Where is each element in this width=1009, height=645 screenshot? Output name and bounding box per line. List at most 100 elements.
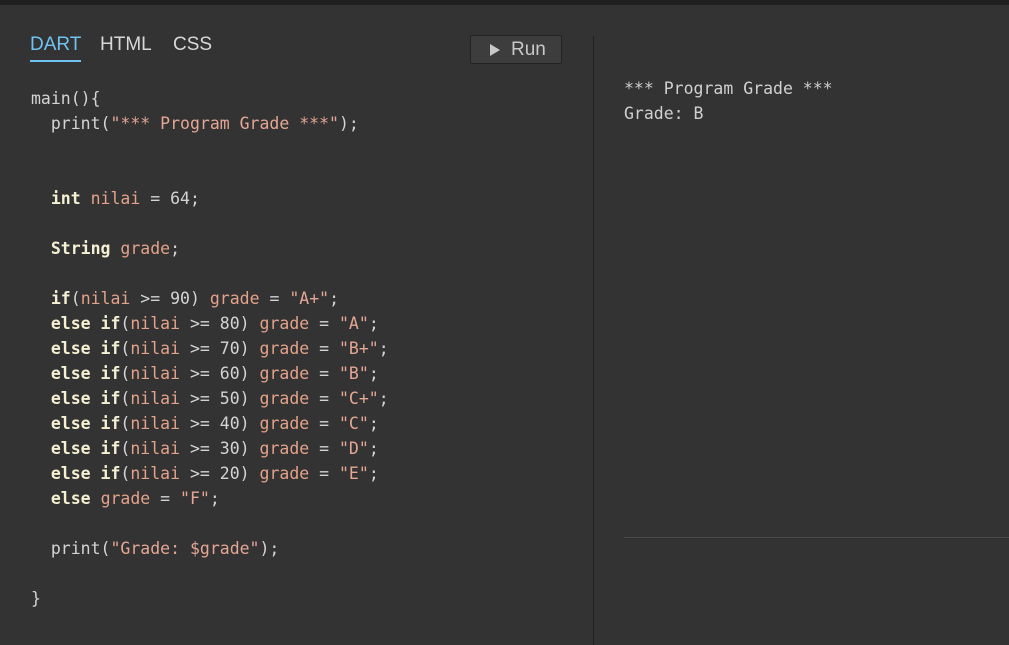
code-line[interactable]: String grade;: [31, 236, 389, 261]
code-keyword: if: [50, 289, 71, 308]
code-identifier: grade: [259, 414, 310, 433]
code-identifier: grade: [259, 314, 310, 333]
code-text: (: [120, 314, 131, 333]
code-identifier: nilai: [130, 464, 181, 483]
code-text: >= 40): [180, 414, 260, 433]
code-identifier: nilai: [90, 189, 141, 208]
code-line[interactable]: [31, 561, 389, 586]
code-string: "A": [339, 314, 369, 333]
code-text: );: [259, 539, 280, 558]
tab-html[interactable]: HTML: [100, 34, 152, 60]
code-line[interactable]: int nilai = 64;: [31, 186, 389, 211]
code-text: ;: [368, 364, 379, 383]
code-text: );: [338, 114, 359, 133]
code-line[interactable]: else if(nilai >= 70) grade = "B+";: [31, 336, 389, 361]
code-string: "B": [339, 364, 369, 383]
code-text: ;: [170, 239, 181, 258]
code-text: (: [120, 439, 131, 458]
code-line[interactable]: [31, 211, 389, 236]
code-line[interactable]: [31, 136, 389, 161]
code-text: >= 80): [180, 314, 260, 333]
code-keyword: else: [50, 489, 91, 508]
code-text: ;: [368, 314, 379, 333]
code-string: "C+": [339, 389, 379, 408]
tab-dart[interactable]: DART: [30, 34, 82, 62]
code-text: print(: [31, 539, 111, 558]
code-text: ;: [378, 389, 389, 408]
code-text: ;: [209, 489, 220, 508]
code-string: "Grade: $grade": [110, 539, 260, 558]
code-text: =: [309, 364, 339, 383]
code-text: =: [309, 339, 339, 358]
code-text: =: [309, 314, 339, 333]
code-text: (: [120, 389, 131, 408]
code-keyword: else if: [50, 464, 121, 483]
code-line[interactable]: [31, 261, 389, 286]
output-separator: [624, 537, 1009, 538]
code-line[interactable]: else if(nilai >= 20) grade = "E";: [31, 461, 389, 486]
code-keyword: else if: [50, 439, 121, 458]
code-text: >= 20): [180, 464, 260, 483]
code-line[interactable]: else grade = "F";: [31, 486, 389, 511]
code-text: ;: [368, 464, 379, 483]
code-line[interactable]: else if(nilai >= 30) grade = "D";: [31, 436, 389, 461]
code-line[interactable]: else if(nilai >= 60) grade = "B";: [31, 361, 389, 386]
code-text: =: [309, 464, 339, 483]
code-line[interactable]: else if(nilai >= 40) grade = "C";: [31, 411, 389, 436]
console-output: *** Program Grade *** Grade: B: [624, 76, 833, 126]
code-line[interactable]: [31, 511, 389, 536]
code-string: "C": [339, 414, 369, 433]
code-line[interactable]: main(){: [31, 86, 389, 111]
code-line[interactable]: }: [31, 586, 389, 611]
code-line[interactable]: if(nilai >= 90) grade = "A+";: [31, 286, 389, 311]
code-line[interactable]: [31, 161, 389, 186]
code-identifier: grade: [120, 239, 171, 258]
code-string: "E": [339, 464, 369, 483]
code-text: >= 70): [180, 339, 260, 358]
code-keyword: else if: [50, 389, 121, 408]
code-line[interactable]: else if(nilai >= 50) grade = "C+";: [31, 386, 389, 411]
code-identifier: nilai: [80, 289, 131, 308]
code-string: "F": [180, 489, 210, 508]
code-text: >= 30): [180, 439, 260, 458]
code-text: (: [120, 414, 131, 433]
code-string: "D": [339, 439, 369, 458]
code-identifier: nilai: [130, 364, 181, 383]
run-button[interactable]: Run: [470, 35, 562, 64]
code-string: "A+": [289, 289, 330, 308]
code-identifier: grade: [209, 289, 260, 308]
code-text: ;: [368, 414, 379, 433]
code-line[interactable]: print("*** Program Grade ***");: [31, 111, 389, 136]
code-text: >= 90): [130, 289, 210, 308]
code-identifier: nilai: [130, 389, 181, 408]
code-text: ;: [329, 289, 340, 308]
code-text: >= 60): [180, 364, 260, 383]
code-text: (: [120, 364, 131, 383]
code-text: (: [70, 289, 81, 308]
code-identifier: nilai: [130, 439, 181, 458]
code-editor[interactable]: main(){ print("*** Program Grade ***"); …: [31, 86, 389, 611]
code-identifier: nilai: [130, 339, 181, 358]
play-icon: [490, 43, 500, 56]
code-identifier: grade: [259, 339, 310, 358]
code-keyword: else if: [50, 364, 121, 383]
run-button-label: Run: [511, 38, 546, 60]
tab-css[interactable]: CSS: [173, 34, 212, 60]
code-line[interactable]: else if(nilai >= 80) grade = "A";: [31, 311, 389, 336]
code-text: = 64;: [140, 189, 200, 208]
output-line: Grade: B: [624, 104, 704, 123]
code-keyword: else if: [50, 414, 121, 433]
output-line: *** Program Grade ***: [624, 79, 833, 98]
code-identifier: nilai: [130, 414, 181, 433]
code-line[interactable]: print("Grade: $grade");: [31, 536, 389, 561]
code-text: }: [31, 589, 41, 608]
